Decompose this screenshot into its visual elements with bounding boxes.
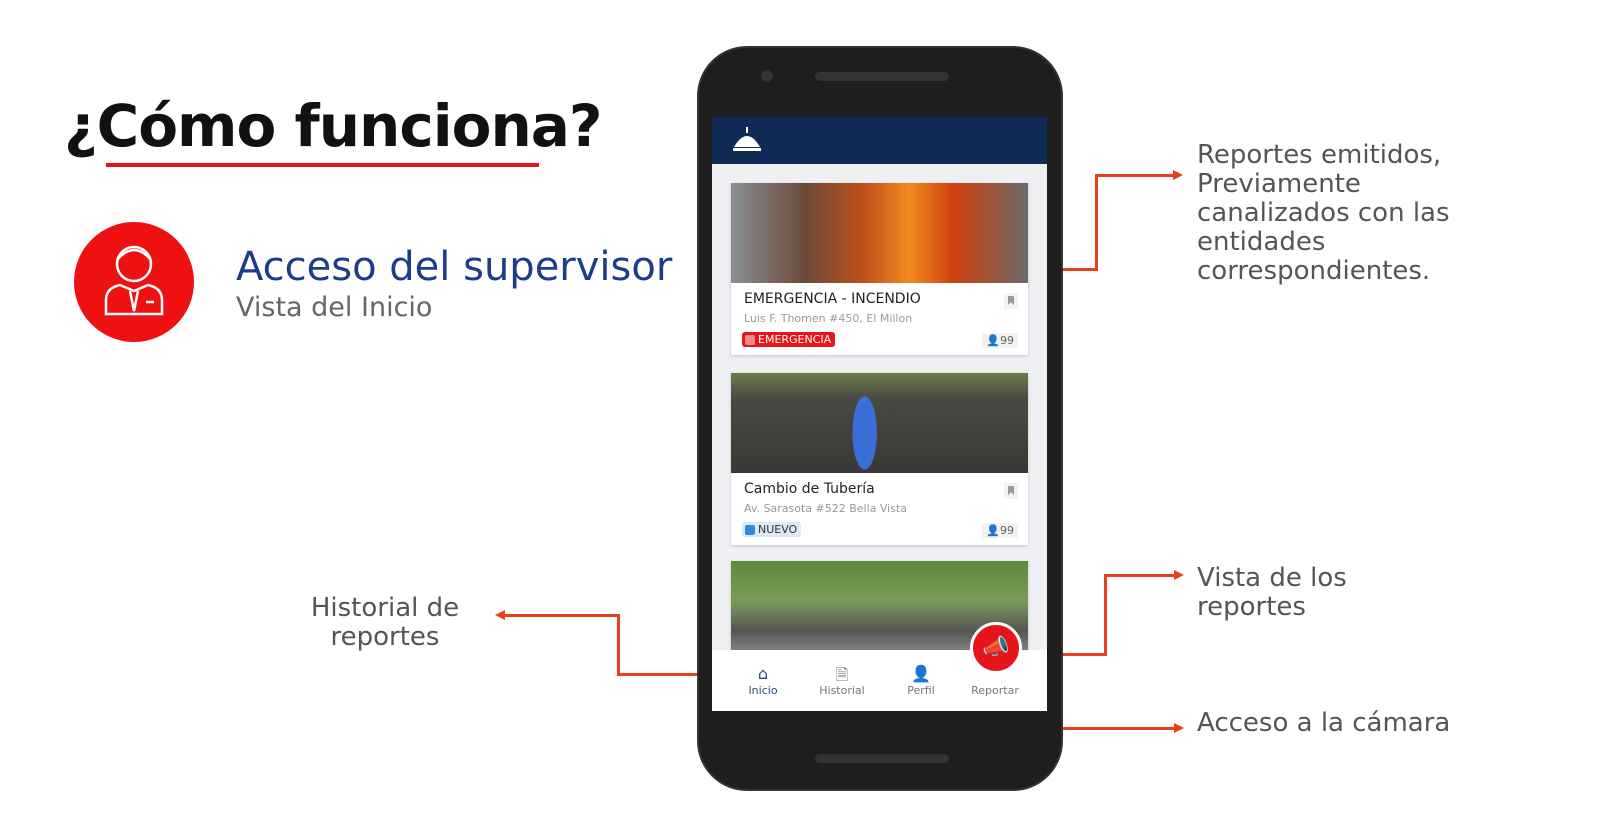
app-screen: EMERGENCIA - INCENDIO Luis F. Thomen #45… xyxy=(712,117,1047,711)
count-value: 99 xyxy=(1000,524,1014,537)
annotation-reports: Reportes emitidos, Previamente canalizad… xyxy=(1197,140,1450,286)
report-card[interactable]: Cambio de Tubería Av. Sarasota #522 Bell… xyxy=(731,373,1028,545)
capitol-dome-icon[interactable] xyxy=(730,125,764,159)
report-photo xyxy=(731,183,1028,283)
supervisor-icon xyxy=(74,222,194,342)
nav-inicio[interactable]: ⌂ Inicio xyxy=(728,664,798,697)
nav-label: Perfil xyxy=(907,684,935,697)
follower-count: 👤99 xyxy=(982,523,1018,538)
follower-count: 👤99 xyxy=(982,333,1018,348)
report-fab-button[interactable]: 📣 xyxy=(970,622,1022,674)
status-badge: EMERGENCIA xyxy=(742,332,836,347)
camera-lens xyxy=(761,70,773,82)
report-title: Cambio de Tubería xyxy=(744,481,875,497)
speaker-grille xyxy=(815,72,949,81)
app-header xyxy=(712,117,1047,164)
nav-label: Historial xyxy=(819,684,865,697)
nav-perfil[interactable]: 👤 Perfil xyxy=(886,664,956,697)
bookmark-icon[interactable] xyxy=(1004,293,1018,309)
history-icon: 🗎 xyxy=(835,665,849,684)
report-address: Luis F. Thomen #450, El Millon xyxy=(744,312,913,325)
megaphone-icon: 📣 xyxy=(982,635,1010,660)
nav-label: Reportar xyxy=(971,684,1019,697)
status-badge: NUEVO xyxy=(742,522,802,537)
section-subheading: Vista del Inicio xyxy=(236,292,433,323)
count-value: 99 xyxy=(1000,334,1014,347)
annotation-view: Vista de los reportes xyxy=(1197,563,1347,622)
report-card[interactable]: EMERGENCIA - INCENDIO Luis F. Thomen #45… xyxy=(731,183,1028,355)
user-icon: 👤 xyxy=(911,664,931,683)
section-heading: Acceso del supervisor xyxy=(236,244,673,290)
report-photo xyxy=(731,373,1028,473)
title-underline xyxy=(106,163,539,167)
speaker-grille-bottom xyxy=(815,754,949,763)
nav-label: Inicio xyxy=(748,684,778,697)
badge-label: NUEVO xyxy=(758,523,798,536)
annotation-history: Historial de reportes xyxy=(310,593,460,652)
bookmark-icon[interactable] xyxy=(1004,483,1018,499)
report-address: Av. Sarasota #522 Bella Vista xyxy=(744,502,908,515)
nav-reportar[interactable]: Reportar xyxy=(960,684,1030,697)
slide-title: ¿Cómo funciona? xyxy=(64,92,603,160)
badge-label: EMERGENCIA xyxy=(758,333,832,346)
home-icon: ⌂ xyxy=(757,664,769,683)
report-title: EMERGENCIA - INCENDIO xyxy=(744,291,921,307)
nav-historial[interactable]: 🗎 Historial xyxy=(807,664,877,697)
annotation-camera: Acceso a la cámara xyxy=(1197,708,1451,738)
